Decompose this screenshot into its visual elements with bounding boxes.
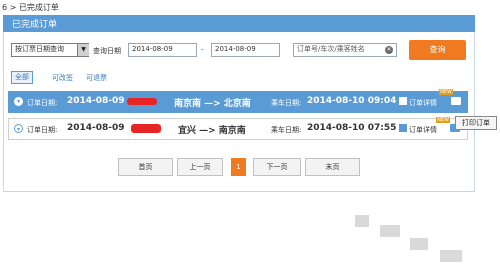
order-date: 2014-08-09: [67, 123, 125, 133]
date-label: 查询日期: [93, 47, 121, 55]
panel-header: [3, 15, 475, 32]
order-date: 2014-08-09: [67, 96, 125, 106]
blurred-watermark: [440, 250, 462, 262]
depart-label: 乘车日期:: [271, 99, 302, 107]
last-page-button[interactable]: 末页: [305, 158, 360, 176]
redacted-passenger: [127, 98, 157, 105]
clear-x-icon[interactable]: ✕: [385, 46, 393, 54]
clipboard-icon[interactable]: [399, 124, 407, 132]
tab-refundable[interactable]: 可退票: [86, 73, 107, 83]
order-date-label: 订单日期:: [27, 99, 58, 107]
clipboard-icon[interactable]: [399, 97, 407, 105]
printer-icon[interactable]: [451, 97, 461, 105]
prev-page-button[interactable]: 上一页: [177, 158, 223, 176]
depart-time: 2014-08-10 07:55: [307, 123, 397, 133]
blurred-watermark: [410, 238, 428, 250]
start-date-input[interactable]: 2014-08-09: [128, 43, 197, 57]
end-date-input[interactable]: 2014-08-09: [211, 43, 280, 57]
redacted-passenger: [131, 124, 161, 133]
blurred-watermark: [380, 225, 400, 237]
next-page-button[interactable]: 下一页: [253, 158, 301, 176]
depart-label: 乘车日期:: [271, 126, 302, 134]
order-date-label: 订单日期:: [27, 126, 58, 134]
query-button[interactable]: 查询: [409, 40, 466, 60]
date-separator: -: [201, 46, 204, 54]
first-page-button[interactable]: 首页: [118, 158, 173, 176]
order-details-link[interactable]: 订单详情: [409, 98, 437, 108]
order-details-link[interactable]: 订单详情: [409, 125, 437, 135]
blurred-watermark: [355, 215, 369, 227]
chevron-circle-icon[interactable]: ▾: [14, 97, 23, 106]
depart-time: 2014-08-10 09:04: [307, 96, 397, 106]
new-badge: NEW: [436, 117, 450, 123]
new-badge: NEW: [439, 89, 453, 95]
chevron-circle-icon[interactable]: ▾: [14, 124, 23, 133]
tab-changeable[interactable]: 可改签: [52, 73, 73, 83]
print-order-tooltip: 打印订单: [455, 116, 497, 130]
order-route: 南京南 —> 北京南: [174, 99, 251, 109]
panel-title: 已完成订单: [12, 20, 58, 30]
breadcrumb: 6 > 已完成订单: [2, 3, 59, 12]
keyword-search-input[interactable]: 订单号/车次/乘客姓名: [293, 43, 397, 57]
tab-all[interactable]: 全部: [11, 71, 33, 84]
dropdown-arrow-icon[interactable]: ▼: [77, 44, 89, 56]
order-route: 宜兴 —> 南京南: [178, 126, 246, 136]
current-page-button[interactable]: 1: [231, 158, 246, 176]
